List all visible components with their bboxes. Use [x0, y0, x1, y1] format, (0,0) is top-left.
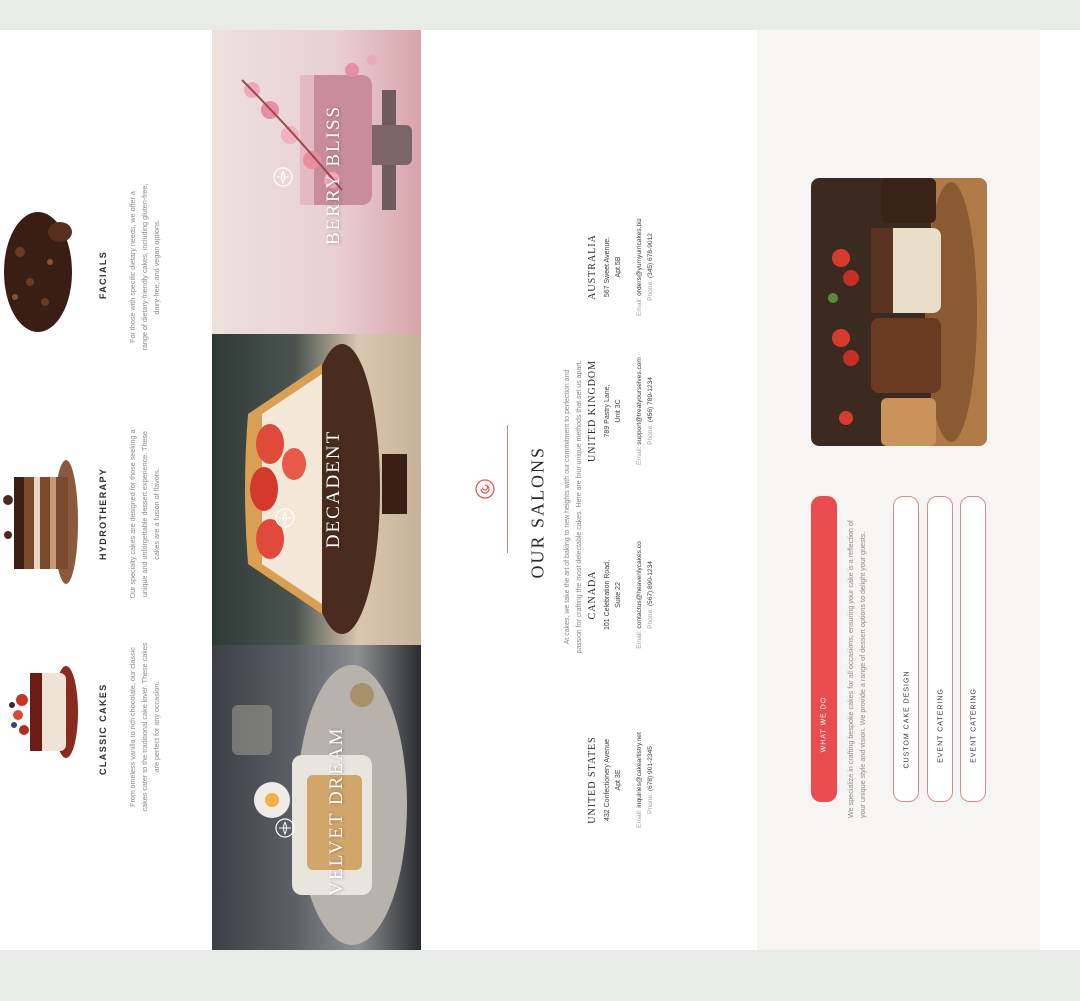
salon-address-line1: 432 Confectionery Avenue: [604, 739, 611, 821]
salon-address-line2: Unit 3C: [615, 399, 622, 423]
email-label: Email:: [636, 630, 643, 649]
service-item-custom-cake-design[interactable]: CUSTOM CAKE DESIGN: [893, 496, 919, 802]
email-label: Email:: [636, 809, 643, 828]
salon-address-line1: 567 Sweet Avenue,: [604, 236, 611, 298]
panel-velvet-dream[interactable]: VELVET DREAM: [212, 645, 421, 950]
salon-phone[interactable]: (345) 678-9012: [647, 233, 654, 278]
facials-cake-image: [4, 212, 72, 332]
salon-email[interactable]: support@treatyourselves.com: [636, 357, 643, 445]
service-desc-facials: For those with specific dietary needs, w…: [128, 183, 161, 351]
service-title-classic: CLASSIC CAKES: [98, 683, 108, 775]
service-item-label: CUSTOM CAKE DESIGN: [903, 670, 911, 769]
salon-country: UNITED KINGDOM: [587, 359, 598, 463]
service-item-event-catering-2[interactable]: EVENT CATERING: [960, 496, 986, 802]
service-desc-classic: From timeless vanilla to rich chocolate,…: [128, 642, 161, 812]
salon-address-line2: Apt 3E: [615, 769, 622, 791]
panel-label-decadent: DECADENT: [323, 429, 344, 549]
phone-label: Phone:: [647, 608, 654, 629]
salon-card: UNITED KINGDOM 789 Pastry Lane, Unit 3C …: [587, 351, 677, 471]
service-desc-hydrotherapy: Our specialty cakes are designed for tho…: [128, 429, 161, 599]
phone-label: Phone:: [647, 793, 654, 814]
what-we-do-tab-label: WHAT WE DO: [820, 696, 828, 753]
velvet-dream-cake-image: [232, 665, 407, 945]
berry-bliss-cake-image: [241, 55, 412, 210]
salons-divider: [507, 425, 508, 553]
salon-phone[interactable]: (456) 789-1234: [647, 377, 654, 422]
panel-berry-bliss[interactable]: BERRY BLISS: [212, 30, 421, 334]
leaf-emblem-icon: [275, 818, 295, 838]
salon-card: UNITED STATES 432 Confectionery Avenue A…: [587, 720, 677, 840]
what-we-do-section: WHAT WE DO We specialize in crafting bes…: [757, 30, 1040, 950]
salon-phone[interactable]: (678) 901-2345: [647, 746, 654, 791]
service-item-label: EVENT CATERING: [937, 688, 945, 763]
what-we-do-image: [811, 178, 987, 446]
right-margin: [1040, 30, 1080, 950]
salon-address-line1: 789 Pastry Lane,: [604, 384, 611, 438]
panel-decadent[interactable]: DECADENT: [212, 334, 421, 645]
salon-country: UNITED STATES: [587, 736, 598, 824]
salon-address-line2: Apt 5B: [615, 256, 622, 278]
leaf-emblem-icon: [275, 508, 295, 528]
salon-card: AUSTRALIA 567 Sweet Avenue, Apt 5B Email…: [587, 207, 677, 327]
panel-label-velvet-dream: VELVET DREAM: [326, 726, 347, 896]
salons-heading: OUR SALONS: [527, 445, 548, 579]
salon-country: CANADA: [587, 570, 598, 620]
salon-card: CANADA 101 Celebration Road, Suite 22 Em…: [587, 535, 677, 655]
salon-address-line2: Suite 22: [615, 582, 622, 608]
phone-label: Phone:: [647, 280, 654, 301]
salon-phone[interactable]: (567) 890-1234: [647, 561, 654, 606]
what-we-do-description: We specialize in crafting bespoke cakes …: [846, 520, 867, 818]
decadent-cake-image: [245, 344, 407, 634]
classic-cake-image: [9, 666, 78, 758]
service-item-event-catering[interactable]: EVENT CATERING: [927, 496, 953, 802]
page: CLASSIC CAKES From timeless vanilla to r…: [0, 30, 1040, 950]
panel-label-berry-bliss: BERRY BLISS: [323, 104, 344, 245]
salon-address-line1: 101 Celebration Road,: [604, 559, 611, 631]
salon-email[interactable]: orders@yumyumcakes.biz: [636, 218, 643, 296]
swirl-icon: [475, 479, 495, 499]
email-label: Email:: [636, 446, 643, 465]
salon-country: AUSTRALIA: [587, 234, 598, 300]
leaf-emblem-icon: [273, 167, 293, 187]
salon-email[interactable]: contactus@heavenlycakes.co: [636, 541, 643, 628]
salon-email[interactable]: inquiries@cakeartistry.net: [636, 732, 643, 807]
phone-label: Phone:: [647, 424, 654, 445]
service-title-hydrotherapy: HYDROTHERAPY: [98, 467, 108, 560]
salons-intro: At cakes, we take the art of baking to n…: [564, 360, 583, 654]
email-label: Email:: [636, 297, 643, 316]
what-we-do-tab[interactable]: WHAT WE DO: [811, 496, 837, 802]
hydrotherapy-cake-image: [3, 460, 78, 584]
service-title-facials: FACIALS: [98, 250, 108, 300]
service-item-label: EVENT CATERING: [970, 688, 978, 763]
